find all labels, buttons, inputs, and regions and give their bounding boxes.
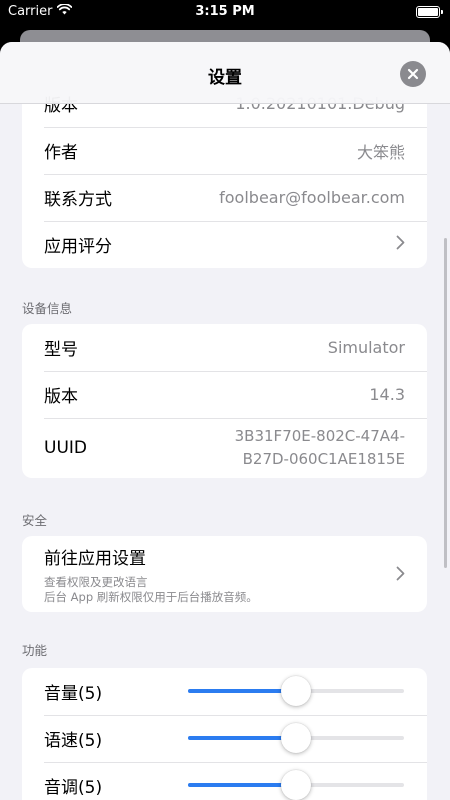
contact-row[interactable]: 联系方式 foolbear@foolbear.com xyxy=(22,174,427,221)
chevron-right-icon xyxy=(396,566,405,586)
os-version-value: 14.3 xyxy=(369,385,405,404)
uuid-value-line2: B27D-060C1AE1815E xyxy=(242,450,405,468)
slider-fill xyxy=(188,689,296,693)
slider-fill xyxy=(188,736,296,740)
pitch-label: 音调(5) xyxy=(44,778,103,798)
device-info-group: 型号 Simulator 版本 14.3 UUID 3B31F70E-802C-… xyxy=(22,324,427,478)
battery-icon xyxy=(416,6,443,18)
desc-line2: 后台 App 刷新权限仅用于后台播放音频。 xyxy=(44,589,258,604)
rate-app-row[interactable]: 应用评分 xyxy=(22,221,427,268)
pitch-slider[interactable] xyxy=(188,770,404,800)
uuid-label: UUID xyxy=(44,438,87,458)
contact-value[interactable]: foolbear@foolbear.com xyxy=(219,188,405,207)
contact-label: 联系方式 xyxy=(44,190,112,210)
speech-rate-label: 语速(5) xyxy=(44,731,103,751)
author-row: 作者 大笨熊 xyxy=(22,127,427,174)
rate-app-label: 应用评分 xyxy=(44,237,112,257)
uuid-value-line1: 3B31F70E-802C-47A4- xyxy=(234,427,405,445)
author-value: 大笨熊 xyxy=(356,142,405,162)
page-title: 设置 xyxy=(208,68,242,88)
features-header: 功能 xyxy=(22,643,48,658)
nav-bar: 设置 xyxy=(0,42,450,104)
uuid-row: UUID 3B31F70E-802C-47A4- B27D-060C1AE181… xyxy=(22,418,427,478)
app-info-group: 版本 1.0.20210101.Debug 作者 大笨熊 联系方式 foolbe… xyxy=(22,80,427,268)
battery-fill xyxy=(418,8,438,16)
close-button[interactable] xyxy=(400,61,426,87)
close-icon xyxy=(407,68,419,80)
slider-thumb[interactable] xyxy=(281,723,311,753)
open-app-settings-desc: 查看权限及更改语言 后台 App 刷新权限仅用于后台播放音频。 xyxy=(44,575,258,605)
model-row: 型号 Simulator xyxy=(22,324,427,371)
open-app-settings-row[interactable]: 前往应用设置 查看权限及更改语言 后台 App 刷新权限仅用于后台播放音频。 xyxy=(22,536,427,612)
slider-fill xyxy=(188,783,296,787)
screen: Carrier 3:15 PM 设置 版本 作者 大笨熊 联系方式 foolbe… xyxy=(0,0,450,800)
model-value: Simulator xyxy=(327,338,405,357)
slider-thumb[interactable] xyxy=(281,770,311,800)
volume-row: 音量(5) xyxy=(22,668,427,715)
volume-slider[interactable] xyxy=(188,676,404,706)
os-version-row: 版本 14.3 xyxy=(22,371,427,418)
speech-rate-row: 语速(5) xyxy=(22,715,427,762)
model-label: 型号 xyxy=(44,340,78,360)
volume-label: 音量(5) xyxy=(44,684,103,704)
speech-rate-slider[interactable] xyxy=(188,723,404,753)
status-time: 3:15 PM xyxy=(195,4,255,19)
settings-sheet: 设置 版本 1.0.20210101.Debug 作者 大笨熊 xyxy=(0,42,450,800)
author-label: 作者 xyxy=(44,143,78,163)
security-header: 安全 xyxy=(22,513,48,528)
security-group: 前往应用设置 查看权限及更改语言 后台 App 刷新权限仅用于后台播放音频。 xyxy=(22,536,427,612)
status-bar: Carrier 3:15 PM xyxy=(0,0,450,26)
scroll-indicator[interactable] xyxy=(444,238,447,568)
desc-line1: 查看权限及更改语言 xyxy=(44,574,148,589)
slider-thumb[interactable] xyxy=(281,676,311,706)
uuid-value: 3B31F70E-802C-47A4- B27D-060C1AE1815E xyxy=(235,425,405,471)
device-info-header: 设备信息 xyxy=(22,301,73,316)
open-app-settings-label: 前往应用设置 xyxy=(44,548,146,569)
chevron-right-icon xyxy=(396,235,405,255)
features-group: 音量(5) 语速(5) 音调(5) xyxy=(22,668,427,800)
pitch-row: 音调(5) xyxy=(22,762,427,800)
os-version-label: 版本 xyxy=(44,387,78,407)
